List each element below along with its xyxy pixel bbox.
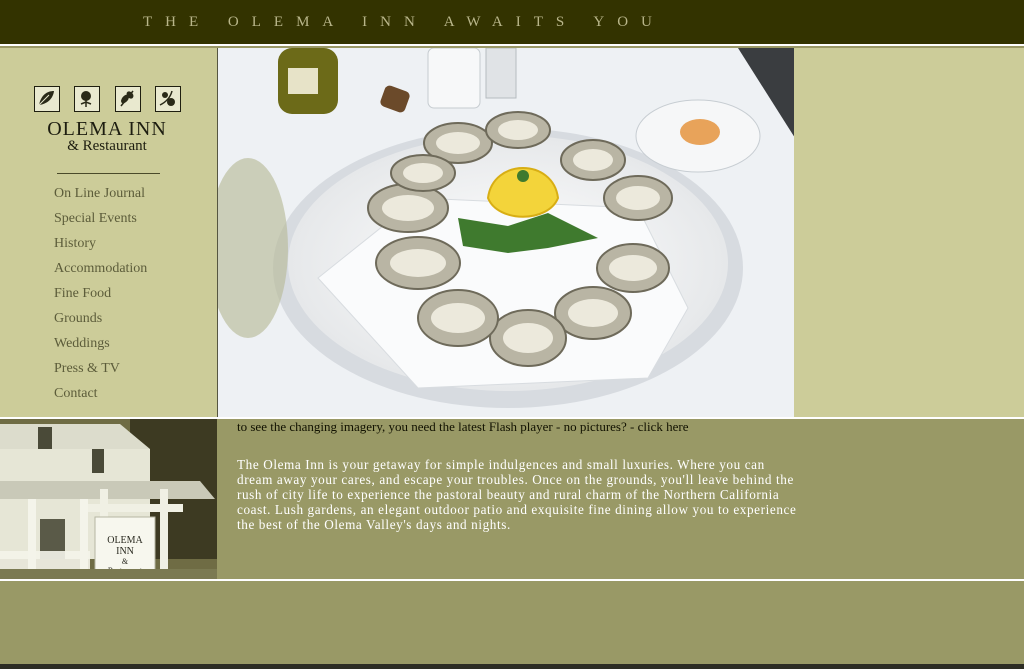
logo-divider bbox=[57, 173, 160, 174]
footer-strip bbox=[0, 581, 1024, 664]
sprig-icon bbox=[115, 86, 141, 112]
nav-online-journal[interactable]: On Line Journal bbox=[54, 184, 147, 209]
logo-subtitle: & Restaurant bbox=[67, 138, 147, 154]
nav-contact[interactable]: Contact bbox=[54, 384, 147, 409]
sign-line-2: INN bbox=[116, 546, 134, 557]
hero-oyster-photo bbox=[217, 48, 794, 417]
fern-icon bbox=[155, 86, 181, 112]
flower-icon bbox=[74, 86, 100, 112]
flash-player-note: to see the changing imagery, you need th… bbox=[237, 419, 688, 435]
nav-press-tv[interactable]: Press & TV bbox=[54, 359, 147, 384]
logo-icons bbox=[34, 86, 182, 116]
footer-bar bbox=[0, 664, 1024, 669]
intro-paragraph: The Olema Inn is your getaway for simple… bbox=[237, 457, 797, 532]
inn-exterior-photo: OLEMA INN & Restaurant bbox=[0, 419, 217, 579]
nav-weddings[interactable]: Weddings bbox=[54, 334, 147, 359]
sign-line-1: OLEMA bbox=[107, 535, 143, 546]
click-here-link[interactable]: click here bbox=[638, 419, 689, 434]
sign-line-3: & bbox=[122, 557, 129, 566]
header-divider bbox=[0, 44, 1024, 46]
nav-special-events[interactable]: Special Events bbox=[54, 209, 147, 234]
flash-note-text: to see the changing imagery, you need th… bbox=[237, 419, 638, 434]
leaf-icon bbox=[34, 86, 60, 112]
header-tagline: THE OLEMA INN AWAITS YOU bbox=[143, 14, 665, 30]
nav-history[interactable]: History bbox=[54, 234, 147, 259]
site-header: THE OLEMA INN AWAITS YOU bbox=[0, 0, 1024, 44]
nav-grounds[interactable]: Grounds bbox=[54, 309, 147, 334]
main-nav: On Line Journal Special Events History A… bbox=[54, 184, 147, 409]
nav-accommodation[interactable]: Accommodation bbox=[54, 259, 147, 284]
sidebar: OLEMA INN & Restaurant On Line Journal S… bbox=[0, 48, 217, 417]
nav-fine-food[interactable]: Fine Food bbox=[54, 284, 147, 309]
